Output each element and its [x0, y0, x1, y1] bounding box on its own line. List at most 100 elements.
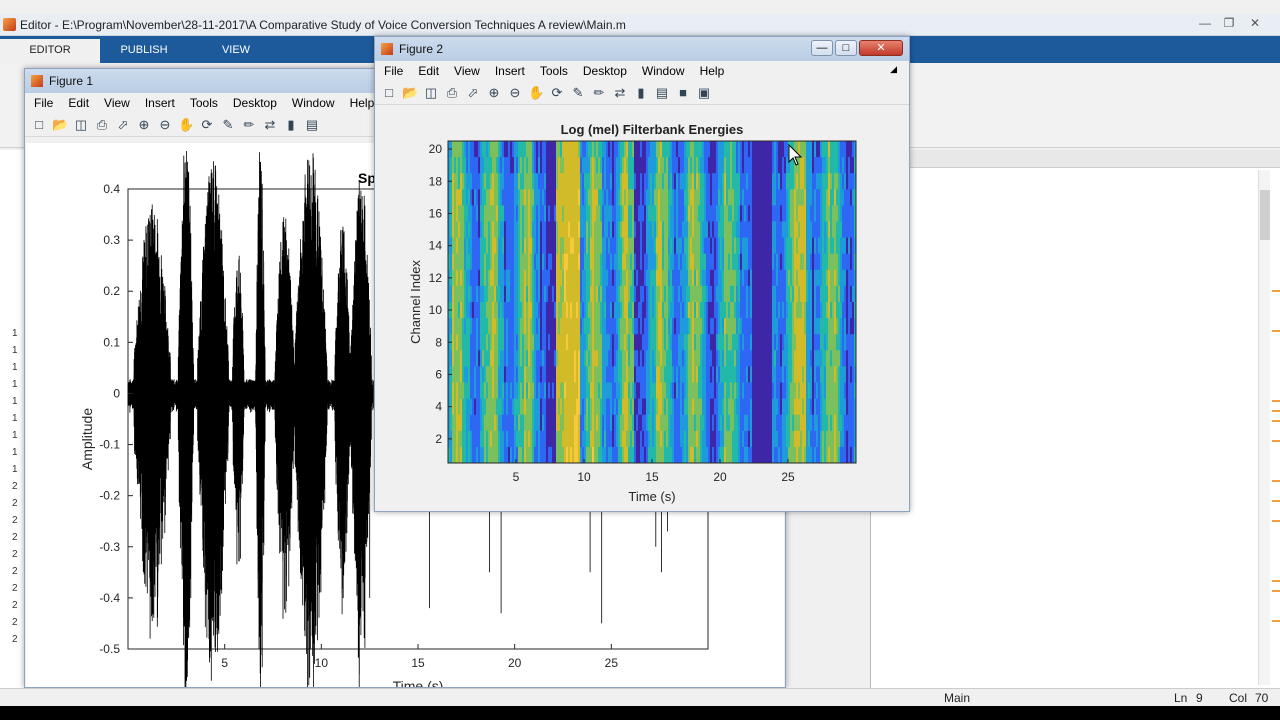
heatmap-cell	[776, 205, 779, 222]
heatmap-cell	[646, 157, 649, 174]
heatmap-cell	[456, 398, 459, 415]
heatmap-cell	[472, 446, 475, 464]
colorbar-icon[interactable]: ▮	[633, 85, 649, 101]
heatmap-cell	[674, 414, 677, 432]
menu-window[interactable]: Window	[292, 93, 335, 113]
heatmap-cell	[692, 430, 695, 448]
link-icon[interactable]: ⇄	[262, 117, 278, 133]
heatmap-cell	[648, 269, 651, 287]
figure2-titlebar[interactable]: Figure 2 — □ ✕	[375, 37, 909, 61]
zoom-in-icon[interactable]: ⊕	[136, 117, 152, 133]
heatmap-cell	[454, 430, 457, 448]
close-icon[interactable]: ✕	[859, 40, 903, 56]
heatmap-cell	[480, 157, 483, 174]
zoom-out-icon[interactable]: ⊖	[507, 85, 523, 101]
editor-scrollbar[interactable]	[1258, 170, 1270, 685]
menu-desktop[interactable]: Desktop	[583, 61, 627, 81]
pan-icon[interactable]: ✋	[178, 117, 194, 133]
menu-edit[interactable]: Edit	[68, 93, 89, 113]
heatmap-cell	[508, 302, 511, 319]
menu-view[interactable]: View	[104, 93, 130, 113]
heatmap-cell	[518, 366, 521, 383]
heatmap-cell	[776, 173, 779, 190]
heatmap-cell	[534, 334, 537, 351]
menu-tools[interactable]: Tools	[190, 93, 218, 113]
legend-icon[interactable]: ▤	[304, 117, 320, 133]
heatmap-cell	[782, 366, 785, 383]
heatmap-cell	[850, 350, 853, 367]
menu-help[interactable]: Help	[350, 93, 375, 113]
close-icon[interactable]: ✕	[1244, 16, 1266, 30]
brush-icon[interactable]: ✏	[241, 117, 257, 133]
menu-file[interactable]: File	[34, 93, 53, 113]
minimize-icon[interactable]: —	[1194, 16, 1216, 30]
data-cursor-icon[interactable]: ✎	[570, 85, 586, 101]
heatmap-cell	[732, 237, 735, 254]
menu-window[interactable]: Window	[642, 61, 685, 81]
open-file-icon[interactable]: 📂	[52, 117, 68, 133]
heatmap-cell	[714, 269, 717, 287]
heatmap-cell	[716, 269, 719, 287]
dock-arrow-icon[interactable]: ◢	[890, 61, 897, 78]
menu-insert[interactable]: Insert	[495, 61, 525, 81]
heatmap-cell	[850, 189, 853, 206]
tab-view[interactable]: VIEW	[186, 39, 286, 63]
menu-edit[interactable]: Edit	[418, 61, 439, 81]
data-cursor-icon[interactable]: ✎	[220, 117, 236, 133]
zoom-out-icon[interactable]: ⊖	[157, 117, 173, 133]
menu-view[interactable]: View	[454, 61, 480, 81]
legend-icon[interactable]: ▤	[654, 85, 670, 101]
heatmap-cell	[500, 430, 503, 448]
heatmap-cell	[526, 285, 529, 303]
print-icon[interactable]: ⎙	[94, 117, 110, 133]
pan-icon[interactable]: ✋	[528, 85, 544, 101]
heatmap-cell	[526, 237, 529, 254]
menu-insert[interactable]: Insert	[145, 93, 175, 113]
heatmap-cell	[774, 253, 777, 271]
pointer-icon[interactable]: ⬀	[115, 117, 131, 133]
heatmap-cell	[654, 334, 657, 351]
menu-desktop[interactable]: Desktop	[233, 93, 277, 113]
maximize-icon[interactable]: □	[835, 40, 857, 56]
hide-plot-tools-icon[interactable]: ■	[675, 85, 691, 101]
save-figure-icon[interactable]: ◫	[423, 85, 439, 101]
show-plot-tools-icon[interactable]: ▣	[696, 85, 712, 101]
heatmap-cell	[564, 141, 567, 158]
new-figure-icon[interactable]: □	[31, 117, 47, 133]
heatmap-cell	[588, 430, 591, 448]
menu-tools[interactable]: Tools	[540, 61, 568, 81]
zoom-in-icon[interactable]: ⊕	[486, 85, 502, 101]
menu-file[interactable]: File	[384, 61, 403, 81]
new-figure-icon[interactable]: □	[381, 85, 397, 101]
heatmap-cell	[710, 205, 713, 222]
heatmap-cell	[758, 334, 761, 351]
brush-icon[interactable]: ✏	[591, 85, 607, 101]
heatmap-cell	[732, 269, 735, 287]
link-icon[interactable]: ⇄	[612, 85, 628, 101]
rotate-icon[interactable]: ⟳	[549, 85, 565, 101]
heatmap-cell	[742, 205, 745, 222]
editor-code-area[interactable]	[870, 150, 1280, 688]
minimize-icon[interactable]: —	[811, 40, 833, 56]
heatmap-cell	[648, 366, 651, 383]
heatmap-cell	[556, 350, 559, 367]
heatmap-cell	[788, 318, 791, 335]
heatmap-cell	[520, 157, 523, 174]
pointer-icon[interactable]: ⬀	[465, 85, 481, 101]
colorbar-icon[interactable]: ▮	[283, 117, 299, 133]
heatmap-cell	[776, 366, 779, 383]
rotate-icon[interactable]: ⟳	[199, 117, 215, 133]
save-figure-icon[interactable]: ◫	[73, 117, 89, 133]
tab-editor[interactable]: EDITOR	[0, 39, 100, 63]
heatmap-cell	[752, 302, 755, 319]
heatmap-cell	[822, 366, 825, 383]
open-file-icon[interactable]: 📂	[402, 85, 418, 101]
restore-icon[interactable]: ❐	[1218, 16, 1240, 30]
filterbank-heatmap[interactable]: 20181614121086425 10 15 20 25Time (s)Channel…	[376, 107, 908, 509]
heatmap-cell	[752, 366, 755, 383]
menu-help[interactable]: Help	[700, 61, 725, 81]
scrollbar-thumb[interactable]	[1260, 190, 1270, 240]
heatmap-cell	[826, 269, 829, 287]
print-icon[interactable]: ⎙	[444, 85, 460, 101]
tab-publish[interactable]: PUBLISH	[94, 39, 194, 63]
